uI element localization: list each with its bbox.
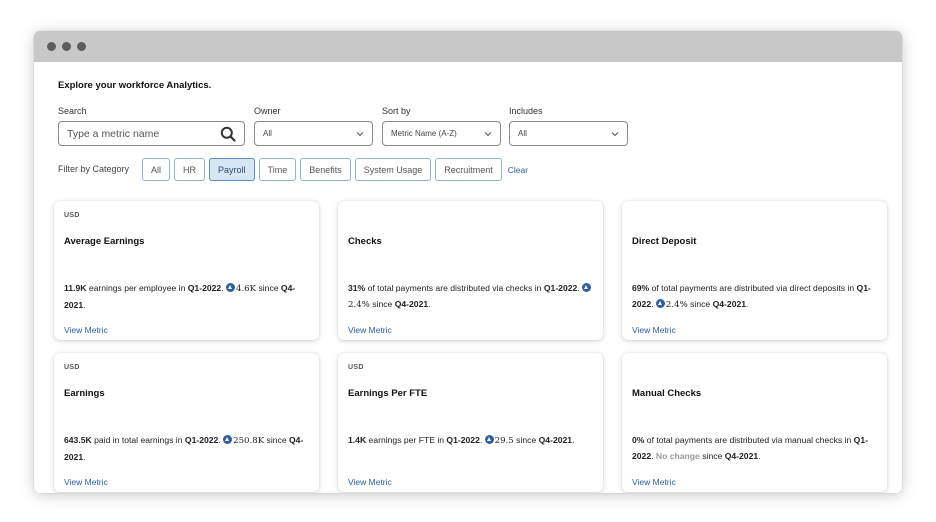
metric-value: 31%: [348, 283, 366, 293]
metric-description: 1.4K earnings per FTE in Q1-2022. 29.5 s…: [348, 435, 575, 446]
metric-description: 643.5K paid in total earnings in Q1-2022…: [64, 435, 304, 462]
window-dot-icon: [77, 42, 86, 51]
metric-title: Earnings Per FTE: [348, 388, 428, 399]
search-input[interactable]: [67, 127, 217, 140]
page-heading: Explore your workforce Analytics.: [58, 80, 212, 91]
metric-change: 250.8K: [233, 436, 265, 446]
browser-window: Explore your workforce Analytics. Search…: [34, 31, 902, 493]
metric-card-earnings-per-fte: USD Earnings Per FTE 1.4K earnings per F…: [338, 353, 603, 492]
owner-select-value: All: [263, 129, 272, 138]
metric-description: 11.9K earnings per employee in Q1-2022. …: [64, 283, 296, 310]
metric-previous-period: Q4-2021: [394, 298, 429, 309]
view-metric-link[interactable]: View Metric: [64, 325, 108, 335]
category-pill-hr[interactable]: HR: [174, 158, 206, 181]
currency-tag: USD: [64, 364, 80, 371]
arrow-up-circle-icon: [582, 283, 592, 292]
view-metric-link[interactable]: View Metric: [348, 477, 392, 487]
metric-description: 0% of total payments are distributed via…: [632, 435, 868, 461]
metric-card-average-earnings: USD Average Earnings 11.9K earnings per …: [54, 201, 319, 340]
search-icon[interactable]: [220, 126, 236, 142]
window-titlebar: [34, 31, 902, 62]
search-box[interactable]: [58, 121, 245, 146]
metric-change: 29.5: [494, 436, 514, 446]
view-metric-link[interactable]: View Metric: [348, 325, 392, 335]
chevron-down-icon: [356, 131, 364, 136]
arrow-up-circle-icon: [225, 283, 235, 292]
includes-label: Includes: [509, 106, 543, 116]
metric-previous-period: Q4-2021: [538, 435, 573, 445]
category-pill-recruitment[interactable]: Recruitment: [435, 158, 502, 181]
view-metric-link[interactable]: View Metric: [64, 477, 108, 487]
currency-tag: USD: [64, 212, 80, 219]
category-filter-label: Filter by Category: [58, 164, 130, 174]
metric-previous-period: Q4-2021: [712, 298, 747, 309]
arrow-up-circle-icon: [484, 435, 494, 444]
metric-title: Earnings: [64, 388, 105, 399]
metric-no-change: No change: [655, 450, 700, 461]
owner-label: Owner: [254, 106, 281, 116]
metric-description: 31% of total payments are distributed vi…: [348, 281, 595, 313]
sort-select[interactable]: Metric Name (A-Z): [382, 121, 501, 146]
metric-period: Q1-2022: [446, 435, 480, 445]
arrow-up-circle-icon: [223, 435, 233, 444]
category-pill-all[interactable]: All: [142, 158, 171, 181]
metric-card-direct-deposit: Direct Deposit 69% of total payments are…: [622, 201, 887, 340]
metric-title: Manual Checks: [632, 388, 702, 399]
metric-period: Q1-2022: [184, 435, 219, 445]
window-dot-icon: [47, 42, 56, 51]
metric-period: Q1-2022: [543, 283, 578, 293]
sort-select-value: Metric Name (A-Z): [391, 129, 457, 138]
owner-select[interactable]: All: [254, 121, 373, 146]
chevron-down-icon: [611, 131, 619, 136]
metric-change: 2.4%: [348, 299, 370, 310]
search-label: Search: [58, 106, 87, 116]
metric-title: Checks: [348, 236, 382, 247]
category-pill-system-usage[interactable]: System Usage: [354, 158, 432, 181]
metric-description: 69% of total payments are distributed vi…: [632, 283, 871, 310]
arrow-up-circle-icon: [655, 298, 665, 308]
metric-value: 0%: [632, 435, 645, 445]
includes-select-value: All: [518, 129, 527, 138]
metric-value: 643.5K: [64, 435, 92, 445]
metric-change: 4.6K: [235, 284, 257, 294]
category-pills: All HR Payroll Time Benefits System Usag…: [142, 158, 528, 181]
window-dot-icon: [62, 42, 71, 51]
chevron-down-icon: [484, 131, 492, 136]
metric-card-earnings: USD Earnings 643.5K paid in total earnin…: [54, 353, 319, 492]
metric-value: 11.9K: [64, 283, 87, 293]
metric-title: Average Earnings: [64, 236, 145, 247]
category-pill-payroll[interactable]: Payroll: [209, 158, 255, 181]
metric-title: Direct Deposit: [632, 236, 697, 247]
metric-period: Q1-2022: [187, 283, 222, 293]
view-metric-link[interactable]: View Metric: [632, 325, 676, 335]
view-metric-link[interactable]: View Metric: [632, 477, 676, 487]
metric-card-manual-checks: Manual Checks 0% of total payments are d…: [622, 353, 887, 492]
includes-select[interactable]: All: [509, 121, 628, 146]
metric-value: 69%: [632, 283, 650, 293]
metric-value: 1.4K: [348, 435, 367, 445]
sort-label: Sort by: [382, 106, 411, 116]
metric-change: 2.4%: [665, 299, 688, 310]
metric-previous-period: Q4-2021: [724, 450, 759, 461]
metric-card-checks: Checks 31% of total payments are distrib…: [338, 201, 603, 340]
clear-filters-link[interactable]: Clear: [508, 165, 528, 175]
category-pill-time[interactable]: Time: [258, 158, 297, 181]
category-pill-benefits[interactable]: Benefits: [300, 158, 351, 181]
currency-tag: USD: [348, 364, 364, 371]
